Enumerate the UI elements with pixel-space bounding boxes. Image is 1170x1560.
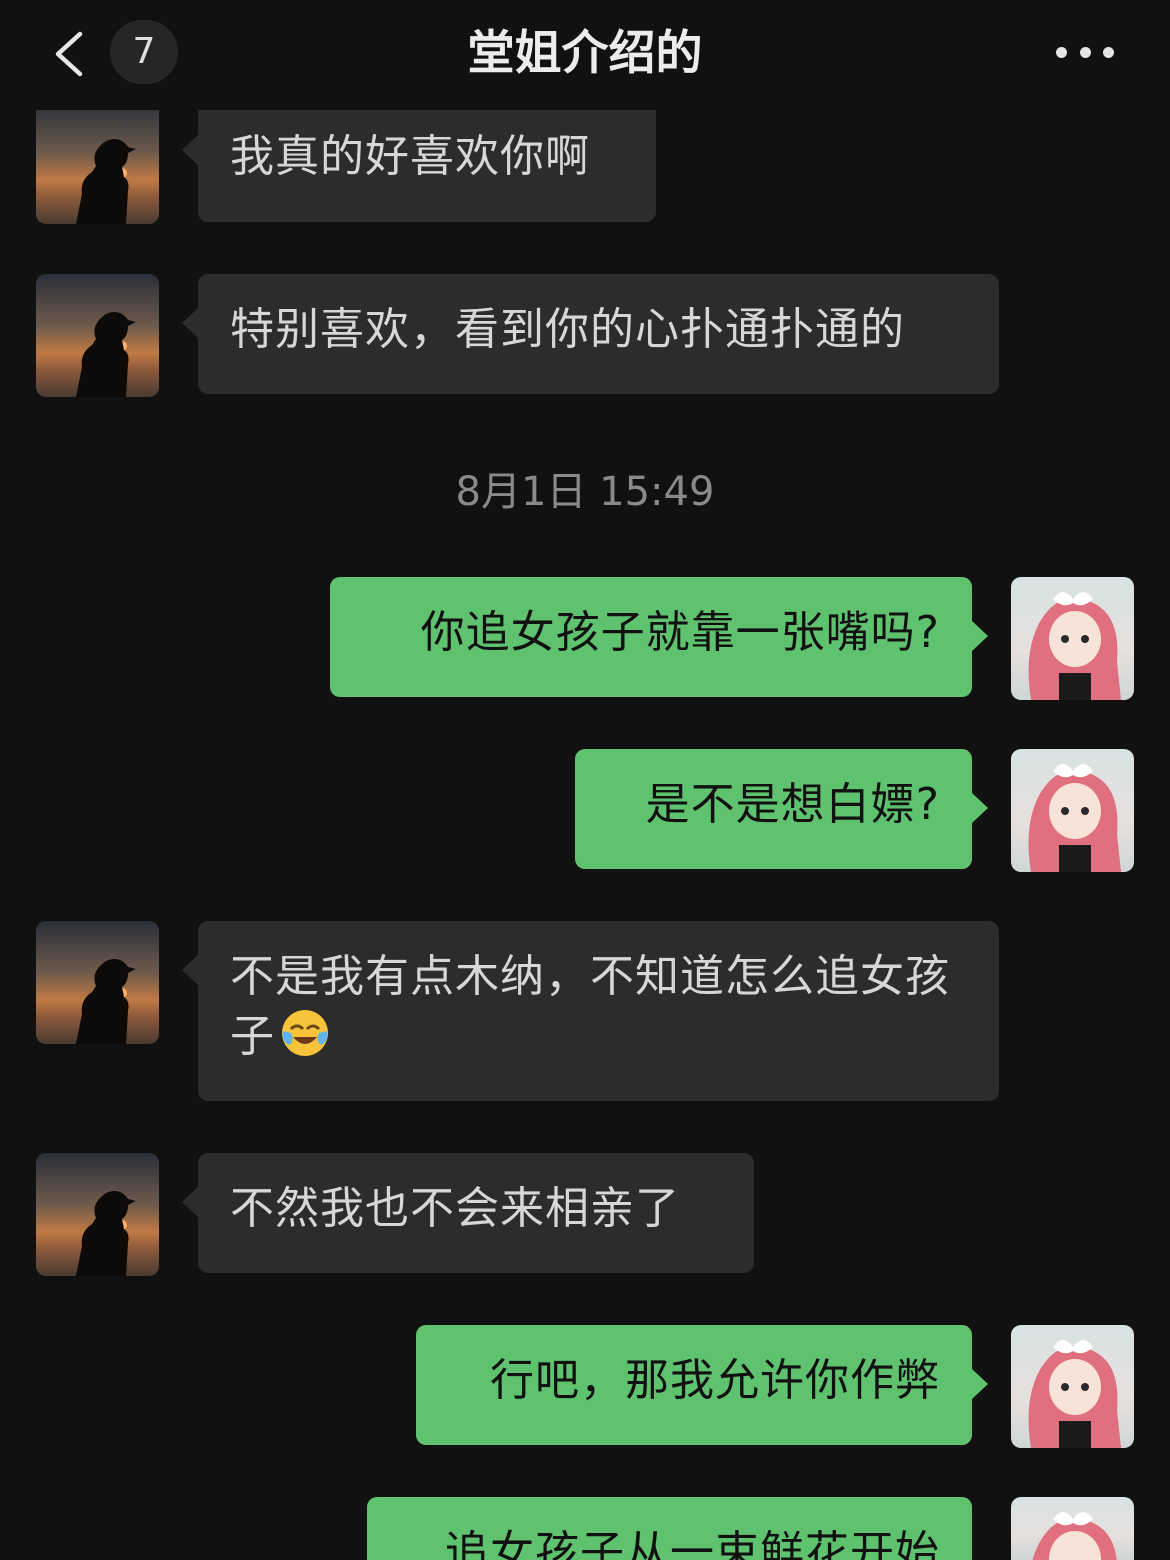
chat-header: 7 堂姐介绍的 <box>0 0 1170 110</box>
contact-avatar[interactable] <box>36 1153 159 1276</box>
my-avatar[interactable] <box>1011 577 1134 700</box>
contact-avatar[interactable] <box>36 274 159 397</box>
page-title: 堂姐介绍的 <box>467 26 703 81</box>
message-text: 我真的好喜欢你啊 <box>230 131 590 182</box>
more-dots-icon[interactable] <box>1056 42 1114 62</box>
message-bubble-incoming[interactable]: 不是我有点木纳，不知道怎么追女孩子 <box>182 921 999 1101</box>
message-text: 你追女孩子就靠一张嘴吗? <box>420 607 940 658</box>
my-avatar[interactable] <box>1011 749 1134 872</box>
message-bubble-outgoing[interactable]: 是不是想白嫖? <box>575 749 988 869</box>
message-text: 行吧，那我允许你作弊 <box>490 1355 940 1406</box>
message-text: 是不是想白嫖? <box>645 779 940 830</box>
contact-avatar[interactable] <box>36 921 159 1044</box>
message-bubble-outgoing[interactable]: 你追女孩子就靠一张嘴吗? <box>330 577 988 697</box>
message-text: 特别喜欢，看到你的心扑通扑通的 <box>230 304 905 355</box>
message-bubble-incoming[interactable]: 特别喜欢，看到你的心扑通扑通的 <box>182 274 999 394</box>
message-text: 不是我有点木纳，不知道怎么追女孩子 <box>230 951 950 1062</box>
message-bubble-outgoing[interactable]: 追女孩子从一束鲜花开始 <box>367 1497 972 1560</box>
message-bubble-outgoing[interactable]: 行吧，那我允许你作弊 <box>416 1325 988 1445</box>
crying-laughing-emoji-icon <box>279 1007 331 1059</box>
message-text: 追女孩子从一束鲜花开始 <box>445 1527 940 1560</box>
message-text: 不然我也不会来相亲了 <box>230 1183 680 1234</box>
unread-count-badge[interactable]: 7 <box>110 20 178 84</box>
message-timestamp: 8月1日 15:49 <box>455 469 715 515</box>
my-avatar[interactable] <box>1011 1497 1134 1560</box>
chevron-left-icon[interactable] <box>50 31 90 77</box>
contact-avatar[interactable] <box>36 101 159 224</box>
message-bubble-incoming[interactable]: 不然我也不会来相亲了 <box>182 1153 754 1273</box>
message-bubble-incoming[interactable]: 我真的好喜欢你啊 <box>182 101 656 222</box>
chat-area: 我真的好喜欢你啊 特别喜欢，看到你的心扑通扑通的 8月1日 15:49 你追女孩… <box>0 0 1170 1560</box>
my-avatar[interactable] <box>1011 1325 1134 1448</box>
